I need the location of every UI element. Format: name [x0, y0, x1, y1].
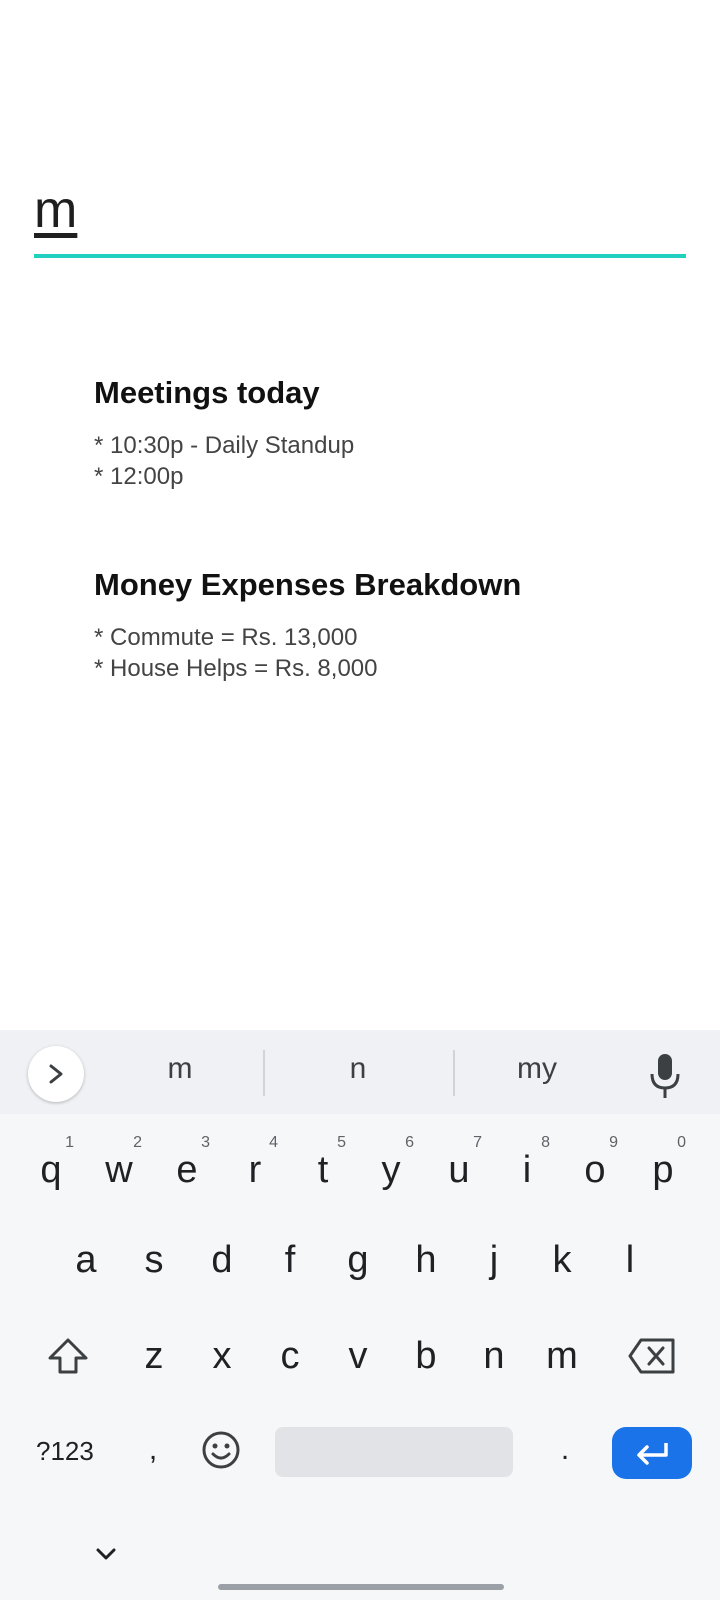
note-line: * 10:30p - Daily Standup: [94, 432, 355, 459]
backspace-key[interactable]: [614, 1314, 690, 1398]
suggestion-bar: m n my: [0, 1030, 720, 1114]
key-j[interactable]: j: [461, 1218, 527, 1302]
search-field[interactable]: [34, 172, 686, 258]
key-t[interactable]: t5: [290, 1128, 356, 1212]
gesture-nav-handle[interactable]: [218, 1584, 504, 1590]
note-card[interactable]: Meetings today * 10:30p - Daily Standup …: [94, 374, 654, 492]
period-key[interactable]: .: [532, 1408, 598, 1492]
key-h[interactable]: h: [393, 1218, 459, 1302]
key-b[interactable]: b: [393, 1314, 459, 1398]
hide-keyboard-icon[interactable]: [94, 1546, 118, 1562]
note-title: Money Expenses Breakdown: [94, 567, 522, 602]
key-g[interactable]: g: [325, 1218, 391, 1302]
chevron-right-icon: [49, 1064, 63, 1084]
key-e[interactable]: e3: [154, 1128, 220, 1212]
suggestion-item[interactable]: n: [318, 1052, 398, 1086]
emoji-icon: [202, 1431, 240, 1469]
shift-icon: [48, 1338, 88, 1374]
space-key[interactable]: [275, 1427, 513, 1477]
suggestion-divider: [263, 1050, 265, 1096]
comma-key[interactable]: ,: [120, 1408, 186, 1492]
key-p[interactable]: p0: [630, 1128, 696, 1212]
key-k[interactable]: k: [529, 1218, 595, 1302]
note-line: * 12:00p: [94, 463, 184, 490]
key-n[interactable]: n: [461, 1314, 527, 1398]
note-line: * Commute = Rs. 13,000: [94, 624, 358, 651]
suggestion-divider: [453, 1050, 455, 1096]
key-r[interactable]: r4: [222, 1128, 288, 1212]
note-line: * House Helps = Rs. 8,000: [94, 655, 378, 682]
suggestion-item[interactable]: m: [140, 1052, 220, 1086]
emoji-key[interactable]: [188, 1408, 254, 1492]
key-o[interactable]: o9: [562, 1128, 628, 1212]
expand-toolbar-button[interactable]: [28, 1046, 84, 1102]
shift-key[interactable]: [34, 1314, 102, 1398]
key-z[interactable]: z: [121, 1314, 187, 1398]
key-y[interactable]: y6: [358, 1128, 424, 1212]
key-l[interactable]: l: [597, 1218, 663, 1302]
suggestion-item[interactable]: my: [497, 1052, 577, 1086]
key-a[interactable]: a: [53, 1218, 119, 1302]
key-f[interactable]: f: [257, 1218, 323, 1302]
note-title: Meetings today: [94, 375, 320, 410]
key-s[interactable]: s: [121, 1218, 187, 1302]
search-input[interactable]: [34, 180, 674, 240]
key-q[interactable]: q1: [18, 1128, 84, 1212]
enter-key[interactable]: [612, 1427, 692, 1479]
key-x[interactable]: x: [189, 1314, 255, 1398]
note-card[interactable]: Money Expenses Breakdown * Commute = Rs.…: [94, 566, 654, 684]
key-m[interactable]: m: [529, 1314, 595, 1398]
key-u[interactable]: u7: [426, 1128, 492, 1212]
backspace-icon: [628, 1338, 675, 1374]
enter-icon: [637, 1443, 668, 1465]
key-v[interactable]: v: [325, 1314, 391, 1398]
microphone-icon[interactable]: [648, 1052, 682, 1100]
key-c[interactable]: c: [257, 1314, 323, 1398]
key-w[interactable]: w2: [86, 1128, 152, 1212]
symbols-key[interactable]: ?123: [36, 1436, 94, 1467]
key-d[interactable]: d: [189, 1218, 255, 1302]
key-i[interactable]: i8: [494, 1128, 560, 1212]
